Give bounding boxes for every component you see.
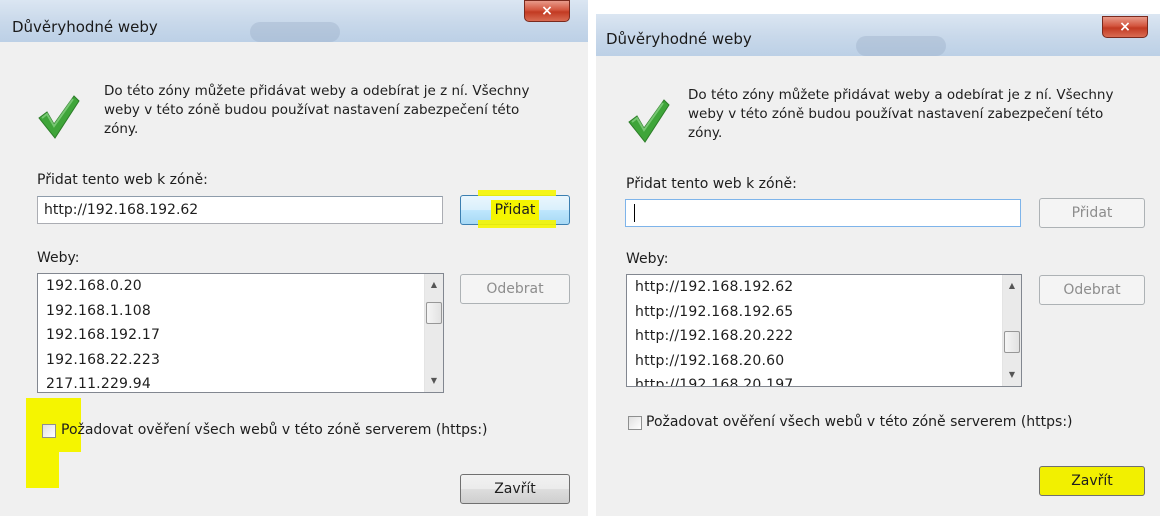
list-item[interactable]: 192.168.192.17: [38, 323, 443, 348]
list-item[interactable]: http://192.168.20.197: [627, 373, 1021, 386]
list-item[interactable]: http://192.168.20.222: [627, 324, 1021, 349]
add-button[interactable]: Přidat: [1039, 198, 1145, 228]
title-bar[interactable]: Důvěryhodné weby ×: [596, 14, 1160, 56]
divider: [588, 0, 596, 516]
scrollbar-thumb[interactable]: [426, 302, 442, 324]
scrollbar[interactable]: ▲ ▼: [1002, 275, 1021, 386]
list-item[interactable]: 217.11.229.94: [38, 372, 443, 392]
description-line: zóny.: [688, 125, 723, 141]
description-line: Do této zóny můžete přidávat weby a odeb…: [688, 87, 1114, 103]
text-cursor: [634, 204, 635, 222]
add-button-label: Přidat: [490, 200, 540, 220]
close-button[interactable]: Zavřít: [1039, 466, 1145, 496]
list-item[interactable]: http://192.168.192.62: [627, 275, 1021, 300]
https-checkbox-label: Požadovat ověření všech webů v této zóně…: [61, 422, 488, 438]
add-site-label: Přidat tento web k zóně:: [37, 172, 208, 188]
scroll-up-icon[interactable]: ▲: [425, 276, 443, 294]
zone-description: Do této zóny můžete přidávat weby a odeb…: [688, 86, 1113, 143]
description-line: Do této zóny můžete přidávat weby a odeb…: [104, 83, 530, 99]
highlight-mark: [26, 398, 81, 488]
trusted-sites-dialog-left: Důvěryhodné weby × Do této zóny můžete p…: [0, 0, 588, 516]
sites-label: Weby:: [37, 250, 80, 266]
https-checkbox[interactable]: [628, 416, 642, 430]
https-checkbox[interactable]: [42, 424, 56, 438]
highlight-mark: [478, 190, 556, 196]
scroll-up-icon[interactable]: ▲: [1003, 277, 1021, 295]
zone-description: Do této zóny můžete přidávat weby a odeb…: [104, 82, 529, 139]
list-item[interactable]: 192.168.0.20: [38, 274, 443, 299]
titlebar-background-blur: [250, 22, 340, 42]
https-checkbox-label: Požadovat ověření všech webů v této zóně…: [646, 414, 1073, 430]
checkmark-icon: [628, 99, 670, 143]
sites-label: Weby:: [626, 251, 669, 267]
titlebar-background-blur: [856, 36, 946, 56]
checkmark-icon: [38, 95, 80, 139]
add-site-label: Přidat tento web k zóně:: [626, 176, 797, 192]
close-button[interactable]: Zavřít: [460, 474, 570, 504]
add-site-input[interactable]: [625, 199, 1021, 227]
scrollbar[interactable]: ▲ ▼: [424, 274, 443, 392]
highlight-mark: [478, 220, 556, 228]
trusted-sites-dialog-right: Důvěryhodné weby × Do této zóny můžete p…: [596, 0, 1160, 516]
scroll-down-icon[interactable]: ▼: [1003, 366, 1021, 384]
list-item[interactable]: http://192.168.192.65: [627, 300, 1021, 325]
top-margin: [596, 0, 1160, 14]
sites-list[interactable]: http://192.168.192.62 http://192.168.192…: [626, 274, 1022, 387]
remove-button[interactable]: Odebrat: [460, 274, 570, 304]
window-close-button[interactable]: ×: [524, 0, 570, 22]
list-item[interactable]: 192.168.1.108: [38, 299, 443, 324]
description-line: zóny.: [104, 121, 139, 137]
description-line: weby v této zóně budou používat nastaven…: [688, 106, 1104, 122]
scroll-down-icon[interactable]: ▼: [425, 372, 443, 390]
list-item[interactable]: http://192.168.20.60: [627, 349, 1021, 374]
remove-button[interactable]: Odebrat: [1039, 275, 1145, 305]
add-site-input[interactable]: [37, 196, 443, 224]
scrollbar-thumb[interactable]: [1004, 331, 1020, 353]
description-line: weby v této zóně budou používat nastaven…: [104, 102, 520, 118]
window-close-button[interactable]: ×: [1102, 16, 1148, 38]
list-item[interactable]: 192.168.22.223: [38, 348, 443, 373]
window-title: Důvěryhodné weby: [606, 30, 752, 48]
sites-list[interactable]: 192.168.0.20 192.168.1.108 192.168.192.1…: [37, 273, 444, 393]
title-bar[interactable]: Důvěryhodné weby ×: [0, 0, 588, 42]
window-title: Důvěryhodné weby: [12, 18, 158, 36]
